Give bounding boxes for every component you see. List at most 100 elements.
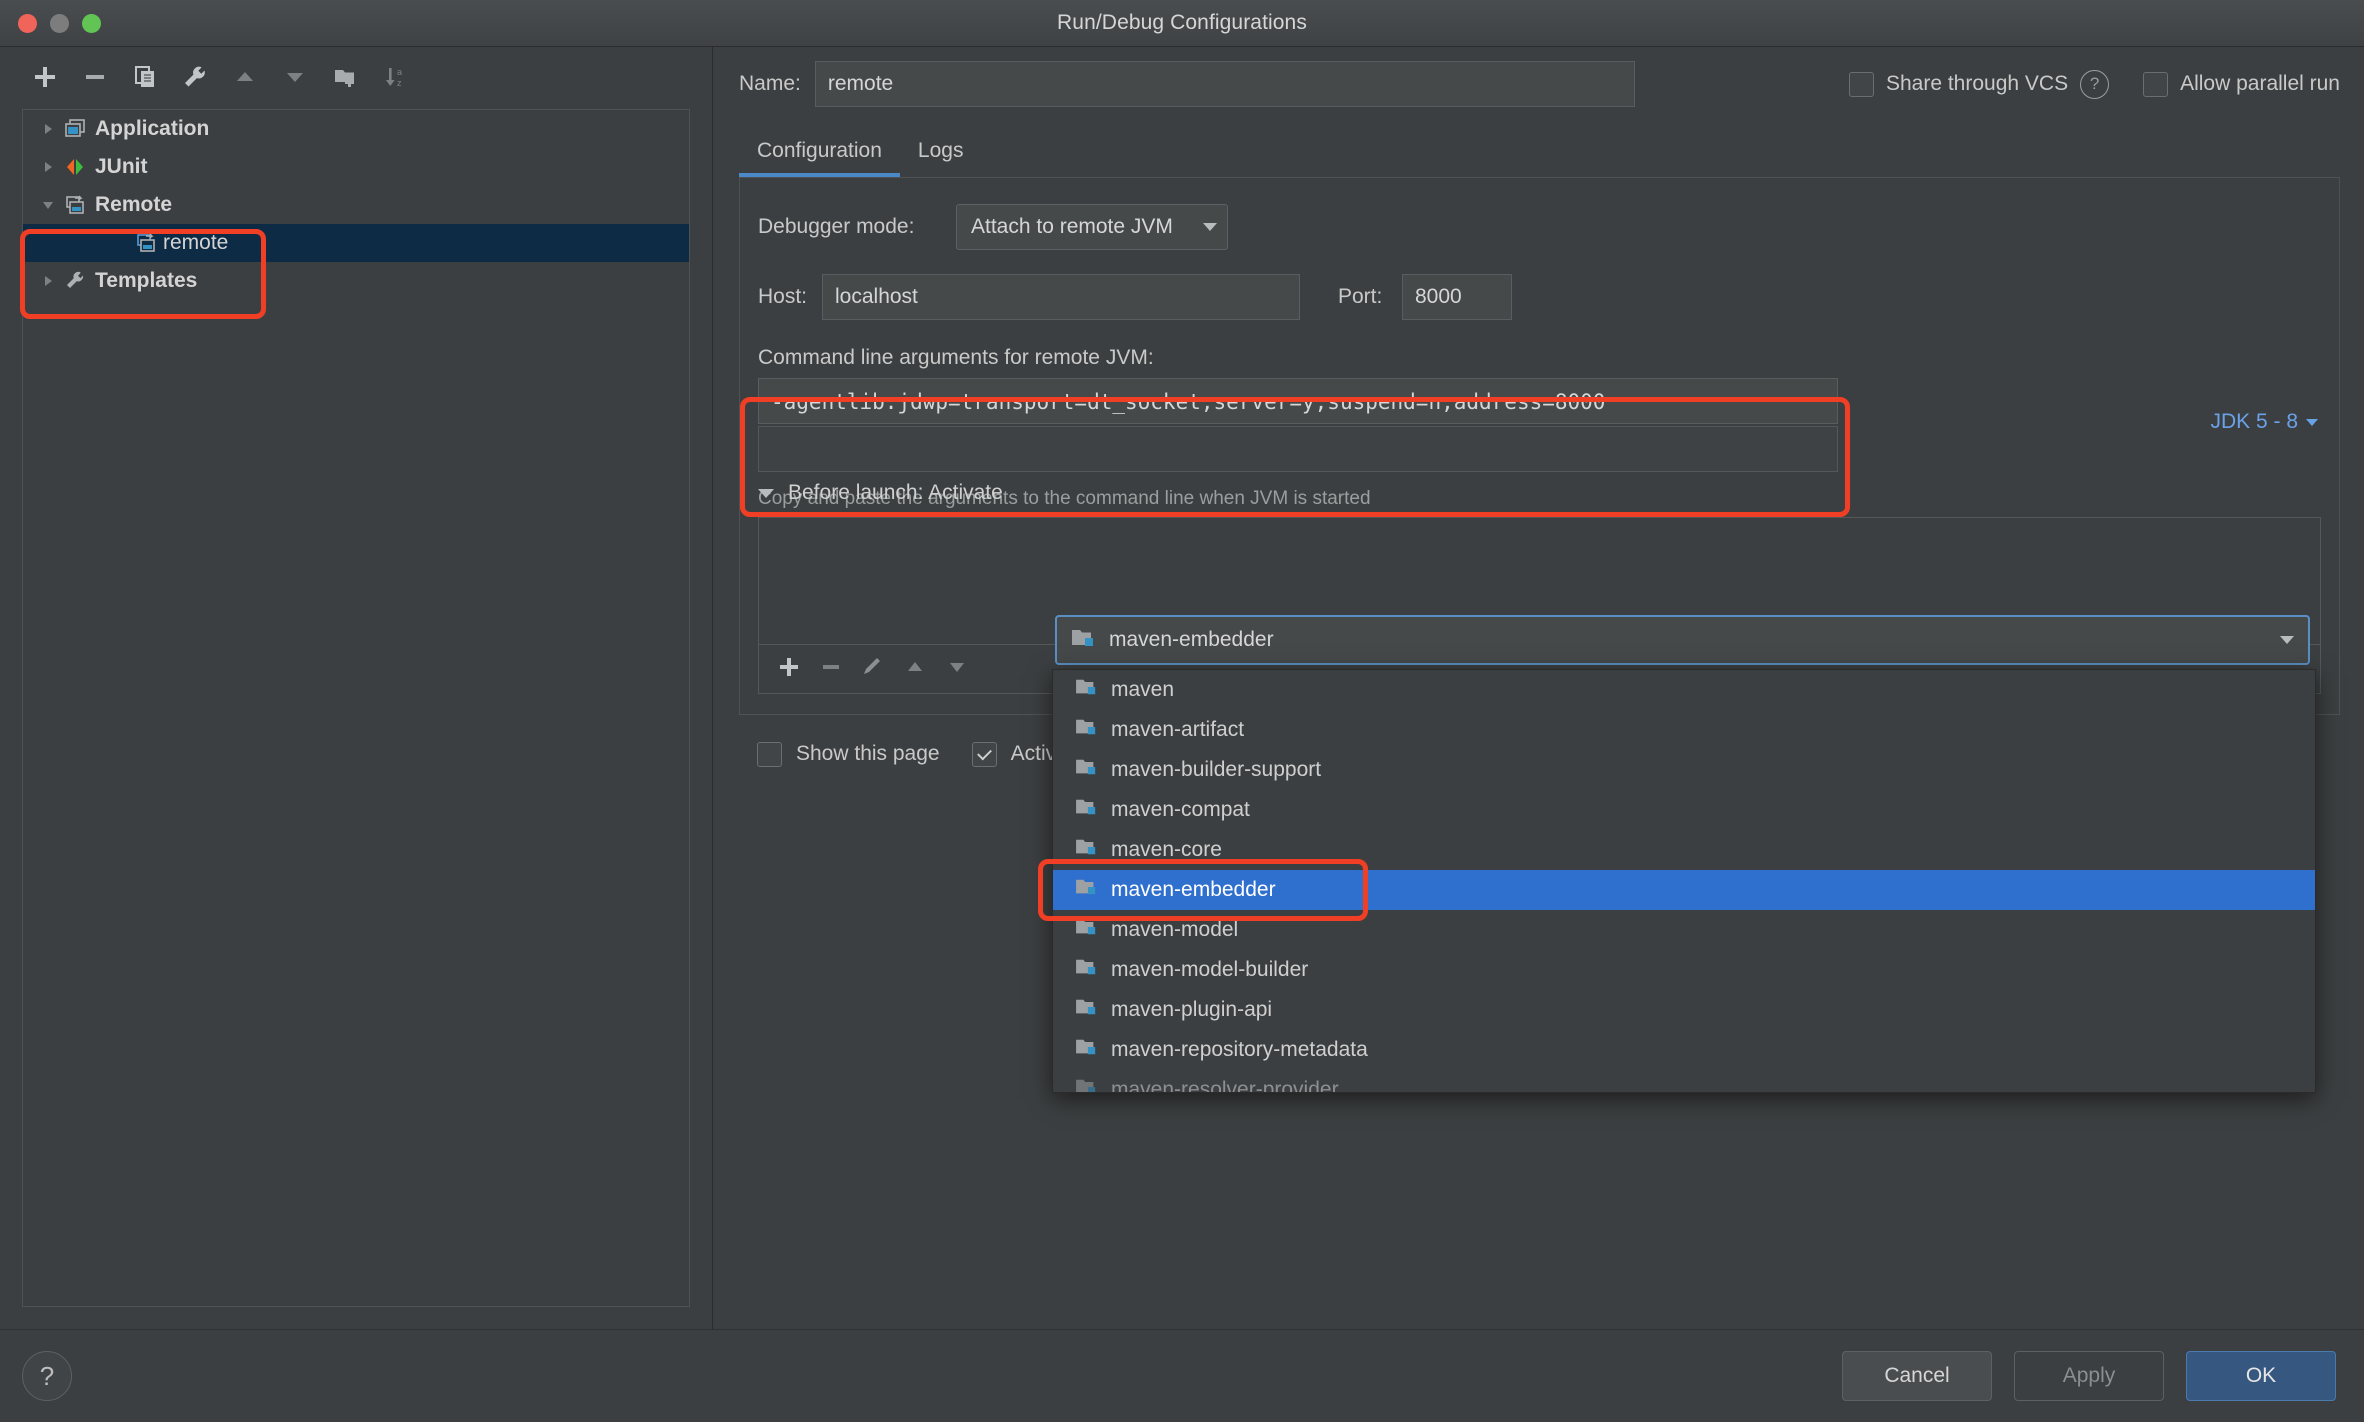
jdk-version-label: JDK 5 - 8 (2210, 410, 2298, 433)
expand-arrow-icon[interactable] (35, 274, 61, 288)
chevron-down-icon (2280, 636, 2294, 644)
debugger-mode-label: Debugger mode: (758, 215, 915, 238)
dropdown-item-label: maven-core (1111, 838, 1222, 861)
dropdown-item-label: maven-model-builder (1111, 958, 1309, 981)
chevron-down-icon (1203, 223, 1217, 231)
dropdown-item[interactable]: maven-builder-support (1053, 750, 2315, 790)
dropdown-item[interactable]: maven-model-builder (1053, 950, 2315, 990)
configurations-tree[interactable]: Application JUnit Remote remote Template… (22, 109, 690, 1307)
tab-configuration[interactable]: Configuration (739, 139, 900, 177)
configurations-panel: a z Application JUnit Remote remote Temp… (0, 47, 713, 1329)
apply-button[interactable]: Apply (2014, 1351, 2164, 1401)
command-line-label: Command line arguments for remote JVM: (758, 346, 1154, 369)
wrench-icon (61, 270, 89, 292)
tree-item-label: Application (95, 117, 210, 140)
move-down-button[interactable] (272, 54, 318, 100)
help-button[interactable]: ? (22, 1351, 72, 1401)
tab-logs[interactable]: Logs (900, 139, 982, 177)
run-debug-configurations-dialog: Run/Debug Configurations a z Application… (0, 0, 2364, 1422)
debugger-mode-select[interactable]: Attach to remote JVM (956, 204, 1228, 250)
zoom-window-button[interactable] (82, 13, 101, 33)
name-label: Name: (739, 72, 801, 95)
move-task-down-button[interactable] (945, 655, 969, 684)
module-folder-icon (1075, 957, 1099, 983)
port-input[interactable] (1402, 274, 1512, 320)
jdk-version-selector[interactable]: JDK 5 - 8 (2210, 410, 2318, 434)
module-folder-icon (1075, 717, 1099, 743)
module-folder-icon (1075, 677, 1099, 703)
dropdown-item[interactable]: maven (1053, 670, 2315, 710)
cancel-button[interactable]: Cancel (1842, 1351, 1992, 1401)
dropdown-item[interactable]: maven-resolver-provider (1053, 1070, 2315, 1093)
add-configuration-button[interactable] (22, 54, 68, 100)
minimize-window-button[interactable] (50, 13, 69, 33)
expand-arrow-icon[interactable] (35, 160, 61, 174)
ok-button[interactable]: OK (2186, 1351, 2336, 1401)
host-input[interactable] (822, 274, 1300, 320)
tree-item-label: JUnit (95, 155, 148, 178)
allow-parallel-run-checkbox[interactable] (2143, 71, 2169, 97)
dropdown-item-selected[interactable]: maven-embedder (1053, 870, 2315, 910)
tree-item-application[interactable]: Application (23, 110, 689, 148)
dropdown-item-label: maven-artifact (1111, 718, 1245, 741)
tab-label: Logs (917, 139, 964, 162)
svg-text:z: z (397, 78, 402, 88)
remove-task-button[interactable] (819, 655, 843, 684)
port-label: Port: (1338, 285, 1383, 308)
new-folder-button[interactable] (322, 54, 368, 100)
sort-az-button[interactable]: a z (372, 54, 418, 100)
module-folder-icon (1075, 797, 1099, 823)
dropdown-item-label: maven-embedder (1111, 878, 1276, 901)
debugger-mode-value: Attach to remote JVM (971, 215, 1173, 238)
remote-icon (61, 194, 89, 216)
dialog-footer: ? Cancel Apply OK (0, 1329, 2364, 1422)
module-folder-icon (1075, 1077, 1099, 1092)
show-this-page-label: Show this page (796, 742, 940, 765)
tree-item-templates[interactable]: Templates (23, 262, 689, 300)
close-window-button[interactable] (18, 13, 37, 33)
dropdown-item[interactable]: maven-plugin-api (1053, 990, 2315, 1030)
share-through-vcs-checkbox[interactable] (1848, 71, 1874, 97)
remote-icon (61, 232, 157, 254)
dropdown-item[interactable]: maven-artifact (1053, 710, 2315, 750)
name-input[interactable] (814, 61, 1635, 107)
show-this-page-checkbox[interactable] (757, 741, 782, 767)
window-controls (18, 13, 101, 33)
copy-configuration-button[interactable] (122, 54, 168, 100)
dropdown-item[interactable]: maven-core (1053, 830, 2315, 870)
expand-arrow-icon[interactable] (35, 122, 61, 136)
host-port-row: Host: Port: (740, 274, 2339, 320)
tab-label: Configuration (757, 139, 882, 162)
dropdown-item[interactable]: maven-compat (1053, 790, 2315, 830)
chevron-down-icon (2306, 418, 2318, 426)
dropdown-item[interactable]: maven-repository-metadata (1053, 1030, 2315, 1070)
module-folder-icon (1071, 627, 1097, 654)
activate-tool-window-checkbox[interactable] (971, 741, 997, 767)
module-folder-icon (1075, 877, 1099, 903)
dropdown-item-label: maven-plugin-api (1111, 998, 1273, 1021)
tree-item-remote-group[interactable]: Remote (23, 186, 689, 224)
edit-templates-button[interactable] (172, 54, 218, 100)
dropdown-item-label: maven-resolver-provider (1111, 1078, 1339, 1093)
command-line-arguments-field[interactable]: -agentlib:jdwp=transport=dt_socket,serve… (758, 378, 1838, 424)
module-folder-icon (1075, 997, 1099, 1023)
tree-item-junit[interactable]: JUnit (23, 148, 689, 186)
module-classpath-select[interactable]: maven-embedder (1055, 615, 2310, 665)
share-help-icon[interactable]: ? (2080, 69, 2110, 99)
remove-configuration-button[interactable] (72, 54, 118, 100)
add-task-button[interactable] (777, 655, 801, 684)
dropdown-item[interactable]: maven-model (1053, 910, 2315, 950)
module-classpath-dropdown[interactable]: maven maven-artifact maven-builder-suppo… (1052, 669, 2316, 1093)
move-task-up-button[interactable] (903, 655, 927, 684)
dialog-body: a z Application JUnit Remote remote Temp… (0, 47, 2364, 1329)
header-options: Share through VCS ? Allow parallel run (1848, 69, 2340, 99)
window-title: Run/Debug Configurations (1057, 11, 1307, 34)
before-launch-header[interactable]: Before launch: Activate (758, 481, 2321, 505)
edit-task-button[interactable] (861, 655, 885, 684)
dropdown-item-label: maven (1111, 678, 1175, 701)
move-up-button[interactable] (222, 54, 268, 100)
title-bar: Run/Debug Configurations (0, 0, 2364, 47)
tree-item-remote[interactable]: remote (23, 224, 689, 262)
command-line-arguments-overflow[interactable] (758, 426, 1838, 472)
collapse-arrow-icon[interactable] (35, 198, 61, 212)
